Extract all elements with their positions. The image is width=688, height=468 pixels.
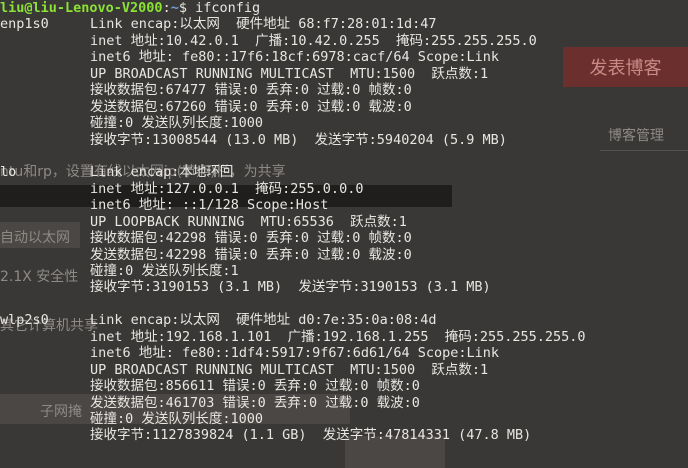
output-line: 接收字节:3190153 (3.1 MB) 发送字节:3190153 (3.1 …: [0, 279, 688, 295]
prompt-path: ~: [170, 0, 179, 16]
prompt-separator: :: [162, 0, 171, 16]
command-output: enp1s0 Link encap:以太网 硬件地址 68:f7:28:01:1d…: [0, 16, 688, 443]
interface-detail: inet 地址:127.0.0.1 掩码:255.0.0.0: [90, 180, 364, 197]
output-line: inet 地址:10.42.0.1 广播:10.42.0.255 掩码:255.…: [0, 33, 688, 49]
interface-detail: 接收字节:13008544 (13.0 MB) 发送字节:5940204 (5.…: [90, 131, 507, 148]
interface-name: lo: [0, 164, 17, 181]
output-line: 发送数据包:461703 错误:0 丢弃:0 过载:0 载波:0: [0, 395, 688, 411]
output-line: inet6 地址: ::1/128 Scope:Host: [0, 197, 688, 213]
interface-detail: inet6 地址: fe80::17f6:18cf:6978:cacf/64 S…: [90, 49, 500, 66]
interface-detail: inet6 地址: fe80::1df4:5917:9f67:6d61/64 S…: [90, 345, 500, 362]
interface-detail: inet 地址:192.168.1.101 广播:192.168.1.255 掩…: [90, 328, 586, 345]
interface-detail: 接收数据包:67477 错误:0 丢弃:0 过载:0 帧数:0: [90, 82, 412, 99]
interface-detail: inet6 地址: ::1/128 Scope:Host: [90, 197, 329, 214]
output-line: 接收数据包:856611 错误:0 丢弃:0 过载:0 帧数:0: [0, 378, 688, 394]
output-line: UP BROADCAST RUNNING MULTICAST MTU:1500 …: [0, 362, 688, 378]
interface-detail: UP BROADCAST RUNNING MULTICAST MTU:1500 …: [90, 65, 489, 82]
interface-detail: Link encap:以太网 硬件地址 68:f7:28:01:1d:47: [90, 16, 437, 33]
output-line: 接收字节:13008544 (13.0 MB) 发送字节:5940204 (5.…: [0, 132, 688, 148]
prompt-symbol: $: [178, 0, 196, 16]
output-line: inet6 地址: fe80::17f6:18cf:6978:cacf/64 S…: [0, 49, 688, 65]
terminal-window[interactable]: liu@liu-Lenovo-V2000:~$ ifconfig enp1s0 L…: [0, 0, 688, 468]
interface-detail: 接收数据包:42298 错误:0 丢弃:0 过载:0 帧数:0: [90, 230, 412, 247]
interface-detail: 接收字节:3190153 (3.1 MB) 发送字节:3190153 (3.1 …: [90, 279, 491, 296]
output-line: 发送数据包:42298 错误:0 丢弃:0 过载:0 载波:0: [0, 247, 688, 263]
interface-name: wlp2s0: [0, 312, 49, 329]
output-line: enp1s0 Link encap:以太网 硬件地址 68:f7:28:01:1d…: [0, 16, 688, 32]
output-line: inet 地址:127.0.0.1 掩码:255.0.0.0: [0, 181, 688, 197]
output-line: 接收字节:1127839824 (1.1 GB) 发送字节:47814331 (…: [0, 427, 688, 443]
output-line: UP BROADCAST RUNNING MULTICAST MTU:1500 …: [0, 66, 688, 82]
output-line: 碰撞:0 发送队列长度:1000: [0, 115, 688, 131]
output-line: lo Link encap:本地环回: [0, 164, 688, 180]
output-line: 发送数据包:67260 错误:0 丢弃:0 过载:0 载波:0: [0, 99, 688, 115]
output-line: wlp2s0 Link encap:以太网 硬件地址 d0:7e:35:0a:08…: [0, 312, 688, 328]
interface-detail: Link encap:本地环回: [90, 164, 234, 181]
interface-detail: 发送数据包:67260 错误:0 丢弃:0 过载:0 载波:0: [90, 98, 412, 115]
output-line: UP LOOPBACK RUNNING MTU:65536 跃点数:1: [0, 214, 688, 230]
interface-detail: Link encap:以太网 硬件地址 d0:7e:35:0a:08:4d: [90, 312, 437, 329]
interface-detail: 发送数据包:461703 错误:0 丢弃:0 过载:0 载波:0: [90, 394, 420, 411]
interface-detail: UP LOOPBACK RUNNING MTU:65536 跃点数:1: [90, 213, 407, 230]
interface-detail: 碰撞:0 发送队列长度:1000: [90, 410, 264, 427]
output-line: 接收数据包:67477 错误:0 丢弃:0 过载:0 帧数:0: [0, 82, 688, 98]
output-line: inet6 地址: fe80::1df4:5917:9f67:6d61/64 S…: [0, 345, 688, 361]
output-line: 接收数据包:42298 错误:0 丢弃:0 过载:0 帧数:0: [0, 230, 688, 246]
prompt-line: liu@liu-Lenovo-V2000:~$ ifconfig: [0, 0, 688, 16]
interface-name: enp1s0: [0, 16, 49, 33]
interface-detail: UP BROADCAST RUNNING MULTICAST MTU:1500 …: [90, 361, 489, 378]
interface-detail: 接收字节:1127839824 (1.1 GB) 发送字节:47814331 (…: [90, 427, 532, 444]
interface-detail: 碰撞:0 发送队列长度:1: [90, 263, 239, 279]
prompt-user-host: liu@liu-Lenovo-V2000: [0, 0, 163, 16]
output-line: 碰撞:0 发送队列长度:1: [0, 263, 688, 279]
interface-detail: 碰撞:0 发送队列长度:1000: [90, 115, 264, 132]
interface-detail: inet 地址:10.42.0.1 广播:10.42.0.255 掩码:255.…: [90, 32, 537, 49]
output-line: inet 地址:192.168.1.101 广播:192.168.1.255 掩…: [0, 329, 688, 345]
interface-detail: 接收数据包:856611 错误:0 丢弃:0 过载:0 帧数:0: [90, 378, 420, 395]
command-text: ifconfig: [195, 0, 261, 16]
output-line: 碰撞:0 发送队列长度:1000: [0, 411, 688, 427]
interface-detail: 发送数据包:42298 错误:0 丢弃:0 过载:0 载波:0: [90, 246, 412, 263]
